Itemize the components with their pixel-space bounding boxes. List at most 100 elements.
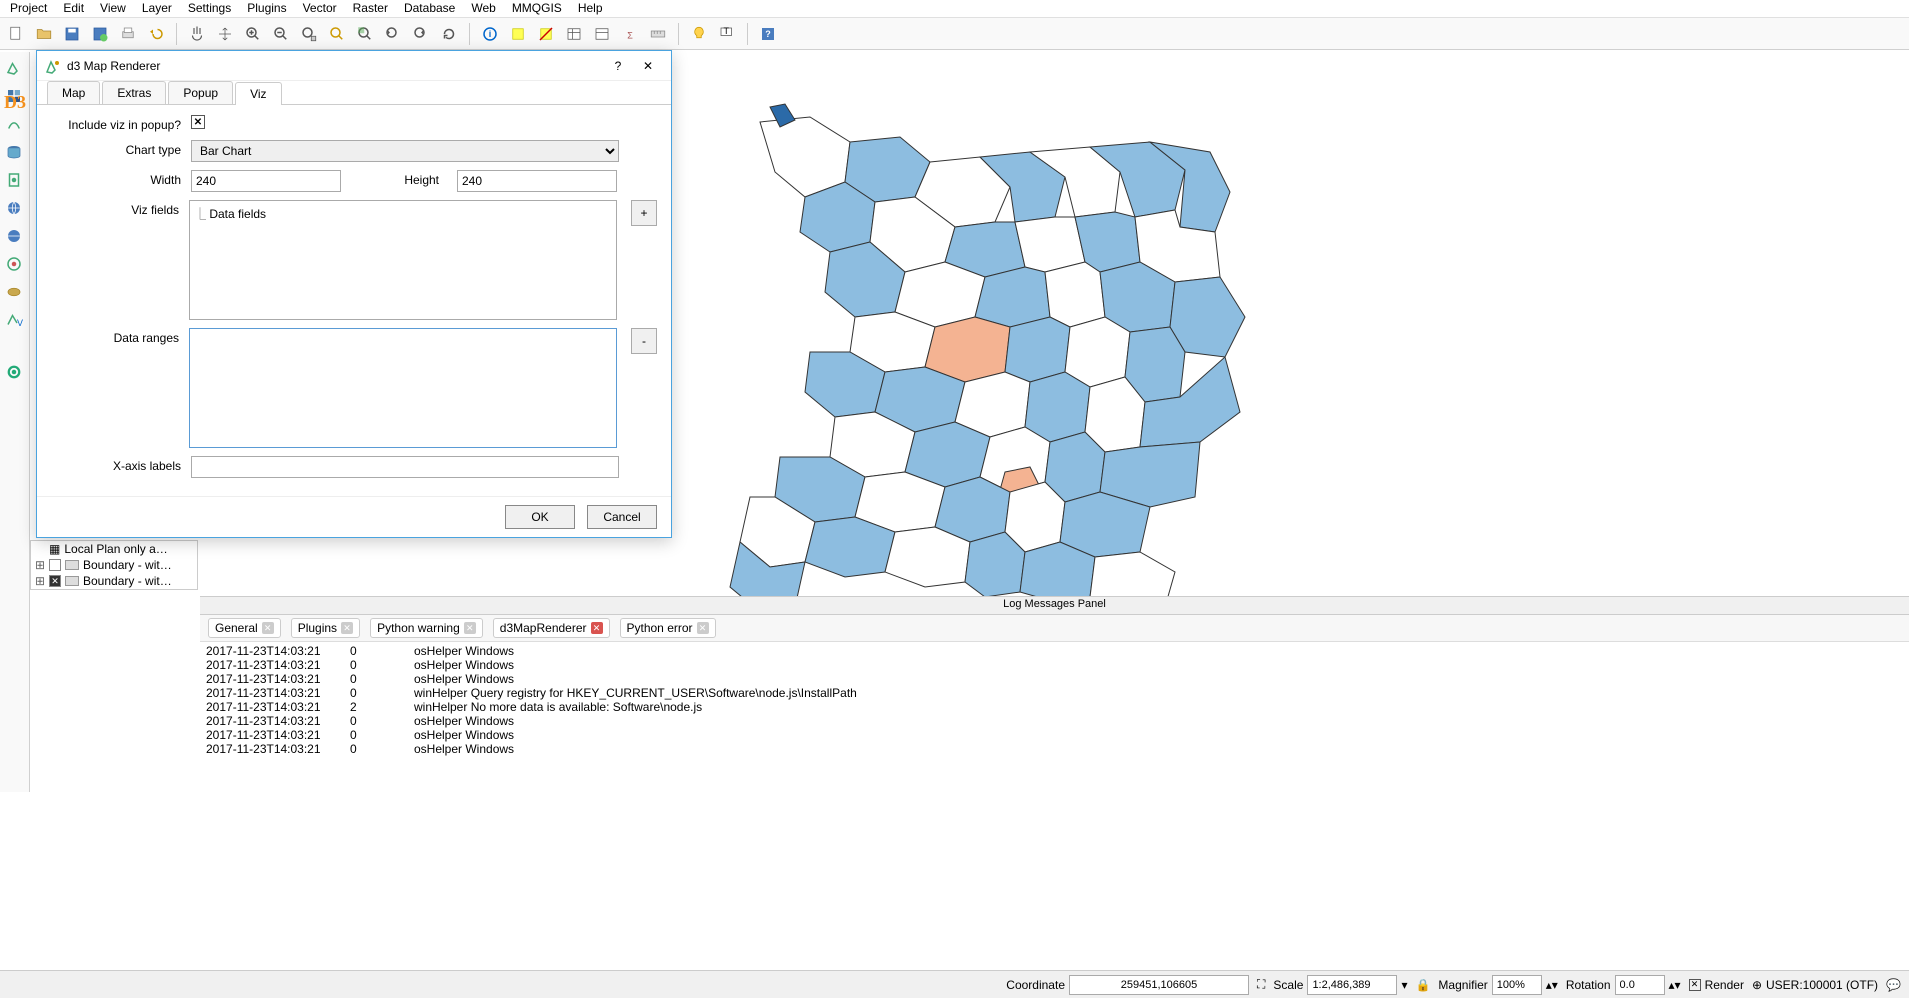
close-button[interactable]: ✕ [633, 59, 663, 73]
close-icon[interactable]: ✕ [341, 622, 353, 634]
log-tab-d3maprenderer[interactable]: d3MapRenderer✕ [493, 618, 610, 638]
zoom-next-icon[interactable] [409, 22, 433, 46]
tab-extras[interactable]: Extras [102, 81, 166, 104]
undo-icon[interactable] [144, 22, 168, 46]
tab-viz[interactable]: Viz [235, 82, 281, 105]
save-icon[interactable] [60, 22, 84, 46]
menu-plugins[interactable]: Plugins [239, 0, 294, 17]
wfs-icon[interactable] [2, 252, 26, 276]
magnifier-input[interactable] [1492, 975, 1542, 995]
layer-row[interactable]: ⊞ ✕ Boundary - wit… [31, 573, 197, 589]
add-field-button[interactable]: + [631, 200, 657, 226]
close-icon[interactable]: ✕ [697, 622, 709, 634]
annotation-icon[interactable]: T [715, 22, 739, 46]
save-as-icon[interactable] [88, 22, 112, 46]
pan-selection-icon[interactable] [213, 22, 237, 46]
scale-input[interactable] [1307, 975, 1397, 995]
close-icon[interactable]: ✕ [464, 622, 476, 634]
log-tab-python-warning[interactable]: Python warning✕ [370, 618, 483, 638]
dialog-titlebar[interactable]: d3 Map Renderer ? ✕ [37, 51, 671, 81]
width-input[interactable] [191, 170, 341, 192]
menu-database[interactable]: Database [396, 0, 463, 17]
menu-view[interactable]: View [92, 0, 134, 17]
oracle-icon[interactable] [2, 280, 26, 304]
zoom-last-icon[interactable] [381, 22, 405, 46]
spinner-icon[interactable]: ▴▾ [1669, 978, 1681, 992]
pan-icon[interactable] [185, 22, 209, 46]
menu-help[interactable]: Help [570, 0, 611, 17]
lock-icon[interactable]: 🔒 [1415, 978, 1430, 992]
table-icon[interactable] [562, 22, 586, 46]
close-icon[interactable]: ✕ [591, 622, 603, 634]
vector-layer-icon[interactable] [2, 56, 26, 80]
postgis-icon[interactable] [2, 140, 26, 164]
menu-web[interactable]: Web [463, 0, 503, 17]
log-tab-plugins[interactable]: Plugins✕ [291, 618, 360, 638]
spatialite-icon[interactable] [2, 168, 26, 192]
print-icon[interactable] [116, 22, 140, 46]
messages-icon[interactable]: 💬 [1886, 978, 1901, 992]
remove-field-button[interactable]: - [631, 328, 657, 354]
menu-layer[interactable]: Layer [134, 0, 180, 17]
include-viz-checkbox[interactable]: ✕ [191, 115, 205, 129]
wms-icon[interactable] [2, 196, 26, 220]
spinner-icon[interactable]: ▴▾ [1546, 978, 1558, 992]
refresh-icon[interactable] [437, 22, 461, 46]
menu-mmqgis[interactable]: MMQGIS [504, 0, 570, 17]
identify-icon[interactable]: i [478, 22, 502, 46]
wcs-icon[interactable] [2, 224, 26, 248]
processing-icon[interactable] [2, 360, 26, 384]
open-folder-icon[interactable] [32, 22, 56, 46]
chart-type-label: Chart type [51, 140, 191, 157]
log-tab-general[interactable]: General✕ [208, 618, 281, 638]
expand-icon[interactable]: ⊞ [35, 558, 45, 572]
close-icon[interactable]: ✕ [262, 622, 274, 634]
menu-raster[interactable]: Raster [345, 0, 396, 17]
crs-text[interactable]: USER:100001 (OTF) [1766, 978, 1878, 992]
delimited-text-icon[interactable] [2, 112, 26, 136]
layer-checkbox[interactable] [49, 559, 61, 571]
layer-row[interactable]: ⊞ Boundary - wit… [31, 557, 197, 573]
new-file-icon[interactable] [4, 22, 28, 46]
menu-vector[interactable]: Vector [295, 0, 345, 17]
crs-icon[interactable]: ⊕ [1752, 978, 1762, 992]
tab-popup[interactable]: Popup [168, 81, 233, 104]
measure-icon[interactable] [646, 22, 670, 46]
select-icon[interactable] [506, 22, 530, 46]
deselect-icon[interactable] [534, 22, 558, 46]
data-ranges-list[interactable] [189, 328, 617, 448]
help-button[interactable]: ? [603, 59, 633, 73]
viz-fields-list[interactable]: ⎿ Data fields [189, 200, 617, 320]
cancel-button[interactable]: Cancel [587, 505, 657, 529]
log-body[interactable]: 2017-11-23T14:03:210osHelper Windows2017… [200, 642, 1909, 758]
zoom-selection-icon[interactable] [325, 22, 349, 46]
render-checkbox[interactable]: ✕ [1689, 979, 1701, 991]
xaxis-labels-input[interactable] [191, 456, 619, 478]
menu-project[interactable]: Project [2, 0, 55, 17]
ok-button[interactable]: OK [505, 505, 575, 529]
expand-icon[interactable]: ⊞ [35, 574, 45, 588]
dropdown-icon[interactable]: ▾ [1401, 978, 1407, 992]
coord-input[interactable] [1069, 975, 1249, 995]
menu-edit[interactable]: Edit [55, 0, 92, 17]
field-calc-icon[interactable] [590, 22, 614, 46]
zoom-in-icon[interactable] [241, 22, 265, 46]
rotation-input[interactable] [1615, 975, 1665, 995]
layer-row[interactable]: ▦ Local Plan only a… [31, 541, 197, 557]
extents-icon[interactable]: ⛶ [1257, 977, 1265, 992]
help-icon[interactable]: ? [756, 22, 780, 46]
sigma-icon[interactable]: Σ [618, 22, 642, 46]
zoom-layer-icon[interactable] [353, 22, 377, 46]
chart-type-select[interactable]: Bar Chart [191, 140, 619, 162]
layer-name: Boundary - wit… [83, 574, 172, 588]
tips-icon[interactable] [687, 22, 711, 46]
tab-map[interactable]: Map [47, 81, 100, 104]
virtual-layer-icon[interactable]: V [2, 308, 26, 332]
zoom-out-icon[interactable] [269, 22, 293, 46]
zoom-full-icon[interactable] [297, 22, 321, 46]
log-tab-python-error[interactable]: Python error✕ [620, 618, 716, 638]
layer-swatch [65, 576, 79, 586]
layer-checkbox[interactable]: ✕ [49, 575, 61, 587]
height-input[interactable] [457, 170, 617, 192]
menu-settings[interactable]: Settings [180, 0, 239, 17]
